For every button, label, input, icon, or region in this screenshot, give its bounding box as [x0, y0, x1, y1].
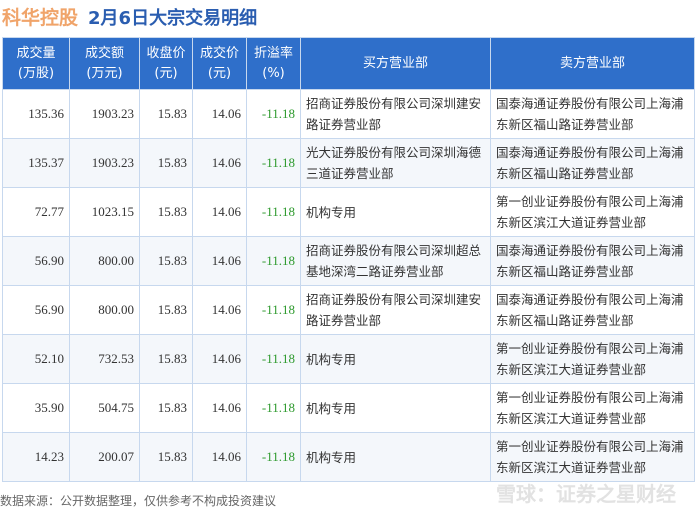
column-header-label: 卖方营业部	[559, 55, 625, 71]
close-price-cell: 15.83	[139, 334, 193, 384]
trade-price-cell: 14.06	[192, 334, 247, 384]
seller-cell: 国泰海通证券股份有限公司上海浦东新区福山路证券营业部	[490, 285, 695, 335]
amount-cell: 800.00	[69, 285, 140, 335]
amount-cell: 1903.23	[69, 89, 140, 139]
premium-rate-cell: -11.18	[246, 285, 301, 335]
seller-cell: 第一创业证券股份有限公司上海浦东新区滨江大道证券营业部	[490, 432, 695, 482]
premium-rate-cell: -11.18	[246, 187, 301, 237]
table-row: 52.10 732.53 15.83 14.06 -11.18 机构专用 第一创业证券股份有…	[2, 334, 695, 384]
page-title: 科华控股 2月6日大宗交易明细	[2, 3, 257, 30]
data-source-note: 数据来源：公开数据整理，仅供参考不构成投资建议	[0, 494, 277, 508]
amount-cell: 732.53	[69, 334, 140, 384]
amount-cell: 800.00	[69, 236, 140, 286]
column-header-label: 成交额(万元)	[84, 45, 124, 81]
table-row: 72.77 1023.15 15.83 14.06 -11.18 机构专用 第一创业证券股份…	[2, 187, 695, 237]
table-row: 56.90 800.00 15.83 14.06 -11.18 招商证券股份有限公司深圳超…	[2, 236, 695, 286]
premium-rate-cell: -11.18	[246, 138, 301, 188]
close-price-cell: 15.83	[139, 138, 193, 188]
table-row: 135.37 1903.23 15.83 14.06 -11.18 光大证券股份有限公司深…	[2, 138, 695, 188]
buyer-cell: 机构专用	[300, 432, 491, 482]
volume-cell: 14.23	[2, 432, 70, 482]
close-price-cell: 15.83	[139, 383, 193, 433]
volume-cell: 135.37	[2, 138, 70, 188]
volume-cell: 135.36	[2, 89, 70, 139]
seller-cell: 第一创业证券股份有限公司上海浦东新区滨江大道证券营业部	[490, 187, 695, 237]
trade-price-cell: 14.06	[192, 138, 247, 188]
table-header-row: 成交量(万股) 成交额(万元) 收盘价(元) 成交价(元) 折溢率(%) 买方营业部 卖方营…	[2, 37, 695, 90]
premium-rate-cell: -11.18	[246, 334, 301, 384]
trade-price-cell: 14.06	[192, 285, 247, 335]
amount-cell: 1023.15	[69, 187, 140, 237]
seller-cell: 国泰海通证券股份有限公司上海浦东新区福山路证券营业部	[490, 89, 695, 139]
trade-price-cell: 14.06	[192, 236, 247, 286]
trade-price-cell: 14.06	[192, 187, 247, 237]
amount-cell: 504.75	[69, 383, 140, 433]
column-header-label: 成交量(万股)	[16, 45, 56, 81]
close-price-cell: 15.83	[139, 187, 193, 237]
table-row: 56.90 800.00 15.83 14.06 -11.18 招商证券股份有限公司深圳建…	[2, 285, 695, 335]
close-price-cell: 15.83	[139, 236, 193, 286]
column-header: 成交价(元)	[192, 37, 247, 90]
column-header-label: 收盘价(元)	[146, 45, 186, 81]
premium-rate-cell: -11.18	[246, 383, 301, 433]
seller-cell: 国泰海通证券股份有限公司上海浦东新区福山路证券营业部	[490, 236, 695, 286]
buyer-cell: 招商证券股份有限公司深圳建安路证券营业部	[300, 89, 491, 139]
column-header: 卖方营业部	[490, 37, 695, 90]
trade-price-cell: 14.06	[192, 432, 247, 482]
seller-cell: 第一创业证券股份有限公司上海浦东新区滨江大道证券营业部	[490, 383, 695, 433]
close-price-cell: 15.83	[139, 432, 193, 482]
buyer-cell: 机构专用	[300, 187, 491, 237]
block-trade-table: 成交量(万股) 成交额(万元) 收盘价(元) 成交价(元) 折溢率(%) 买方营业部 卖方营…	[2, 37, 695, 482]
volume-cell: 72.77	[2, 187, 70, 237]
volume-cell: 35.90	[2, 383, 70, 433]
amount-cell: 1903.23	[69, 138, 140, 188]
column-header-label: 买方营业部	[362, 55, 428, 71]
buyer-cell: 招商证券股份有限公司深圳建安路证券营业部	[300, 285, 491, 335]
close-price-cell: 15.83	[139, 89, 193, 139]
volume-cell: 56.90	[2, 285, 70, 335]
column-header: 折溢率(%)	[246, 37, 301, 90]
table-row: 35.90 504.75 15.83 14.06 -11.18 机构专用 第一创业证券股份有…	[2, 383, 695, 433]
amount-cell: 200.07	[69, 432, 140, 482]
column-header: 成交量(万股)	[2, 37, 70, 90]
column-header: 成交额(万元)	[69, 37, 140, 90]
volume-cell: 56.90	[2, 236, 70, 286]
table-row: 14.23 200.07 15.83 14.06 -11.18 机构专用 第一创业证券股份有…	[2, 432, 695, 482]
premium-rate-cell: -11.18	[246, 89, 301, 139]
trade-price-cell: 14.06	[192, 89, 247, 139]
premium-rate-cell: -11.18	[246, 432, 301, 482]
buyer-cell: 招商证券股份有限公司深圳超总基地深湾二路证券营业部	[300, 236, 491, 286]
watermark: 雪球：证券之星财经	[496, 482, 676, 506]
title-subtitle: 2月6日大宗交易明细	[88, 8, 258, 29]
volume-cell: 52.10	[2, 334, 70, 384]
seller-cell: 国泰海通证券股份有限公司上海浦东新区福山路证券营业部	[490, 138, 695, 188]
seller-cell: 第一创业证券股份有限公司上海浦东新区滨江大道证券营业部	[490, 334, 695, 384]
buyer-cell: 机构专用	[300, 383, 491, 433]
column-header-label: 折溢率(%)	[253, 45, 293, 81]
column-header: 买方营业部	[300, 37, 491, 90]
table-row: 135.36 1903.23 15.83 14.06 -11.18 招商证券股份有限公司深…	[2, 89, 695, 139]
stock-name: 科华控股	[2, 7, 79, 29]
trade-price-cell: 14.06	[192, 383, 247, 433]
premium-rate-cell: -11.18	[246, 236, 301, 286]
column-header-label: 成交价(元)	[199, 45, 239, 81]
buyer-cell: 机构专用	[300, 334, 491, 384]
column-header: 收盘价(元)	[139, 37, 193, 90]
buyer-cell: 光大证券股份有限公司深圳海德三道证券营业部	[300, 138, 491, 188]
close-price-cell: 15.83	[139, 285, 193, 335]
